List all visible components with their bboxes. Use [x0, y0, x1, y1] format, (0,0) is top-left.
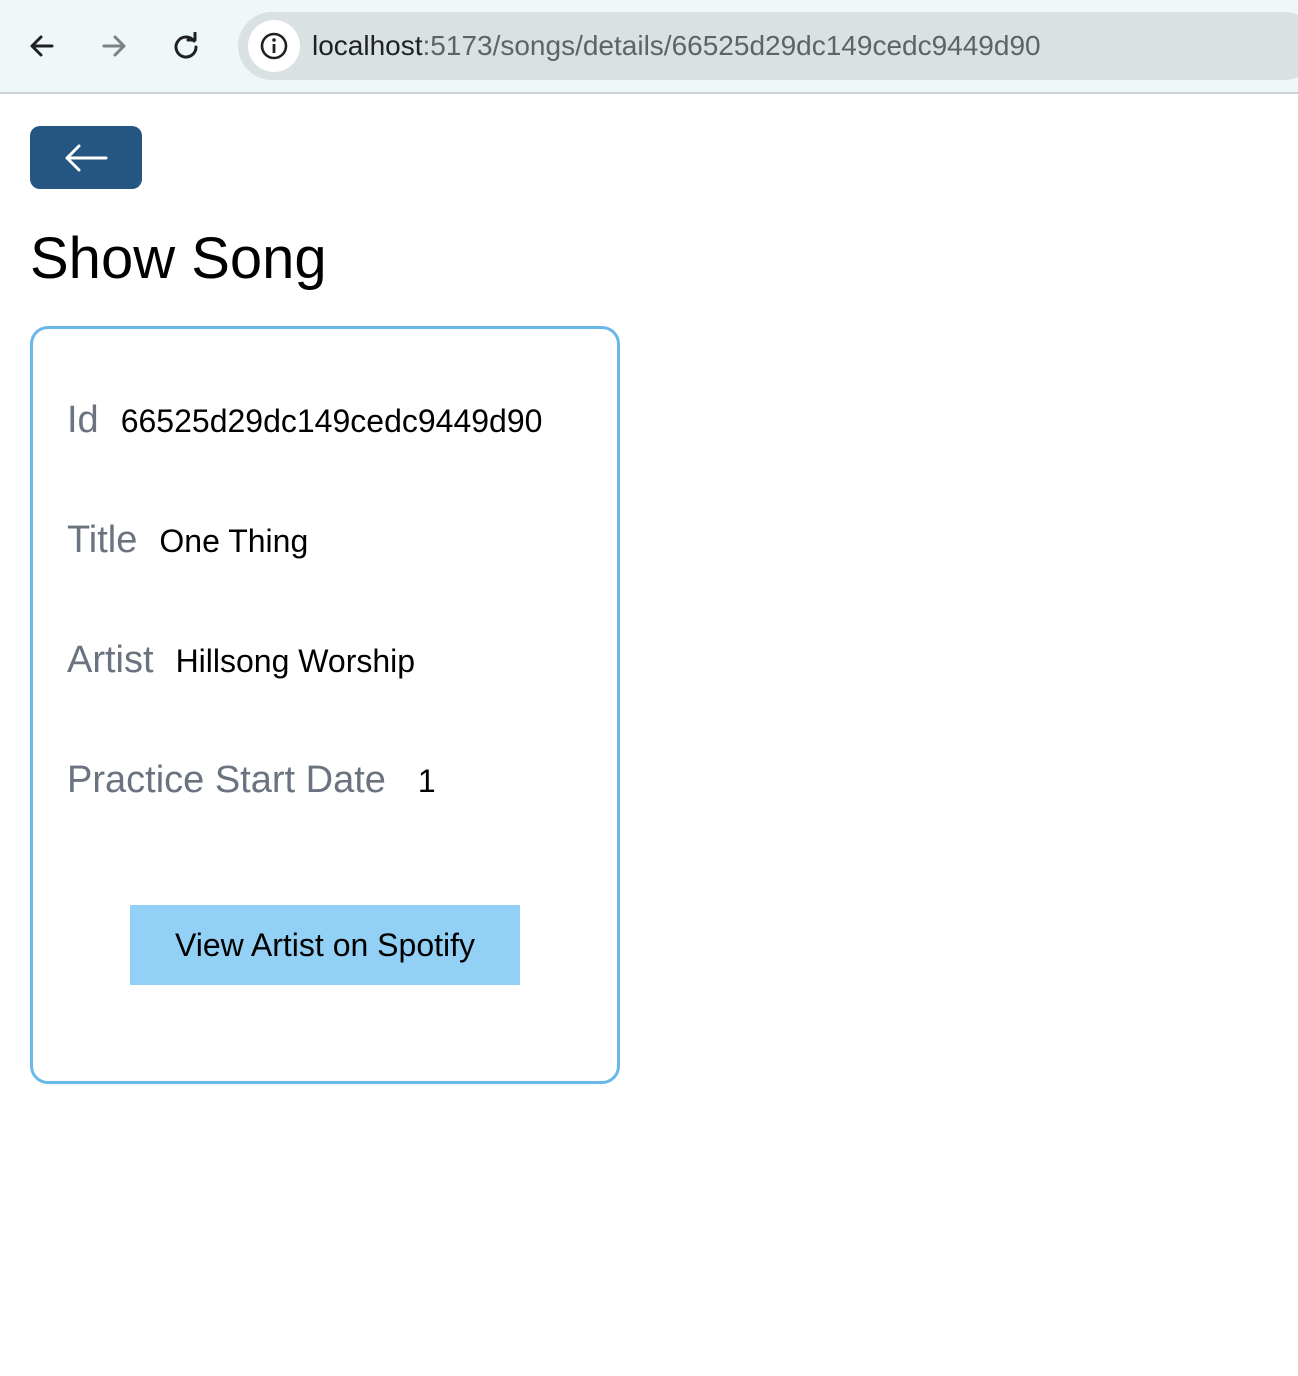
- practice-start-date-label: Practice Start Date: [67, 759, 386, 801]
- browser-back-button[interactable]: [22, 26, 62, 66]
- title-label: Title: [67, 519, 138, 561]
- site-info-button[interactable]: [248, 20, 300, 72]
- arrow-left-icon: [65, 144, 108, 171]
- url-text[interactable]: localhost:5173/songs/details/66525d29dc1…: [312, 29, 1041, 63]
- back-button[interactable]: [30, 126, 142, 189]
- title-row: Title One Thing: [67, 519, 308, 562]
- info-icon: [260, 32, 288, 60]
- view-artist-on-spotify-button[interactable]: View Artist on Spotify: [130, 905, 520, 985]
- browser-forward-button[interactable]: [94, 26, 134, 66]
- arrow-right-icon: [102, 35, 126, 57]
- id-value: 66525d29dc149cedc9449d90: [120, 403, 543, 439]
- url-host: localhost: [312, 30, 423, 61]
- address-bar[interactable]: localhost:5173/songs/details/66525d29dc1…: [238, 12, 1298, 80]
- title-value: One Thing: [159, 523, 309, 559]
- browser-toolbar: localhost:5173/songs/details/66525d29dc1…: [0, 0, 1298, 94]
- url-path: :5173/songs/details/66525d29dc149cedc944…: [422, 30, 1041, 61]
- id-row: Id 66525d29dc149cedc9449d90: [67, 399, 542, 442]
- practice-start-date-row: Practice Start Date 1: [67, 759, 436, 802]
- arrow-left-icon: [30, 35, 54, 57]
- artist-row: Artist Hillsong Worship: [67, 639, 415, 682]
- browser-reload-button[interactable]: [166, 26, 206, 66]
- page-content: Show Song Id 66525d29dc149cedc9449d90 Ti…: [0, 94, 1298, 1376]
- reload-icon: [174, 32, 198, 59]
- practice-start-date-value: 1: [417, 763, 436, 799]
- page-title: Show Song: [30, 226, 327, 291]
- id-label: Id: [67, 399, 99, 441]
- song-details-card: Id 66525d29dc149cedc9449d90 Title One Th…: [30, 326, 620, 1084]
- artist-label: Artist: [67, 639, 154, 681]
- artist-value: Hillsong Worship: [175, 643, 416, 679]
